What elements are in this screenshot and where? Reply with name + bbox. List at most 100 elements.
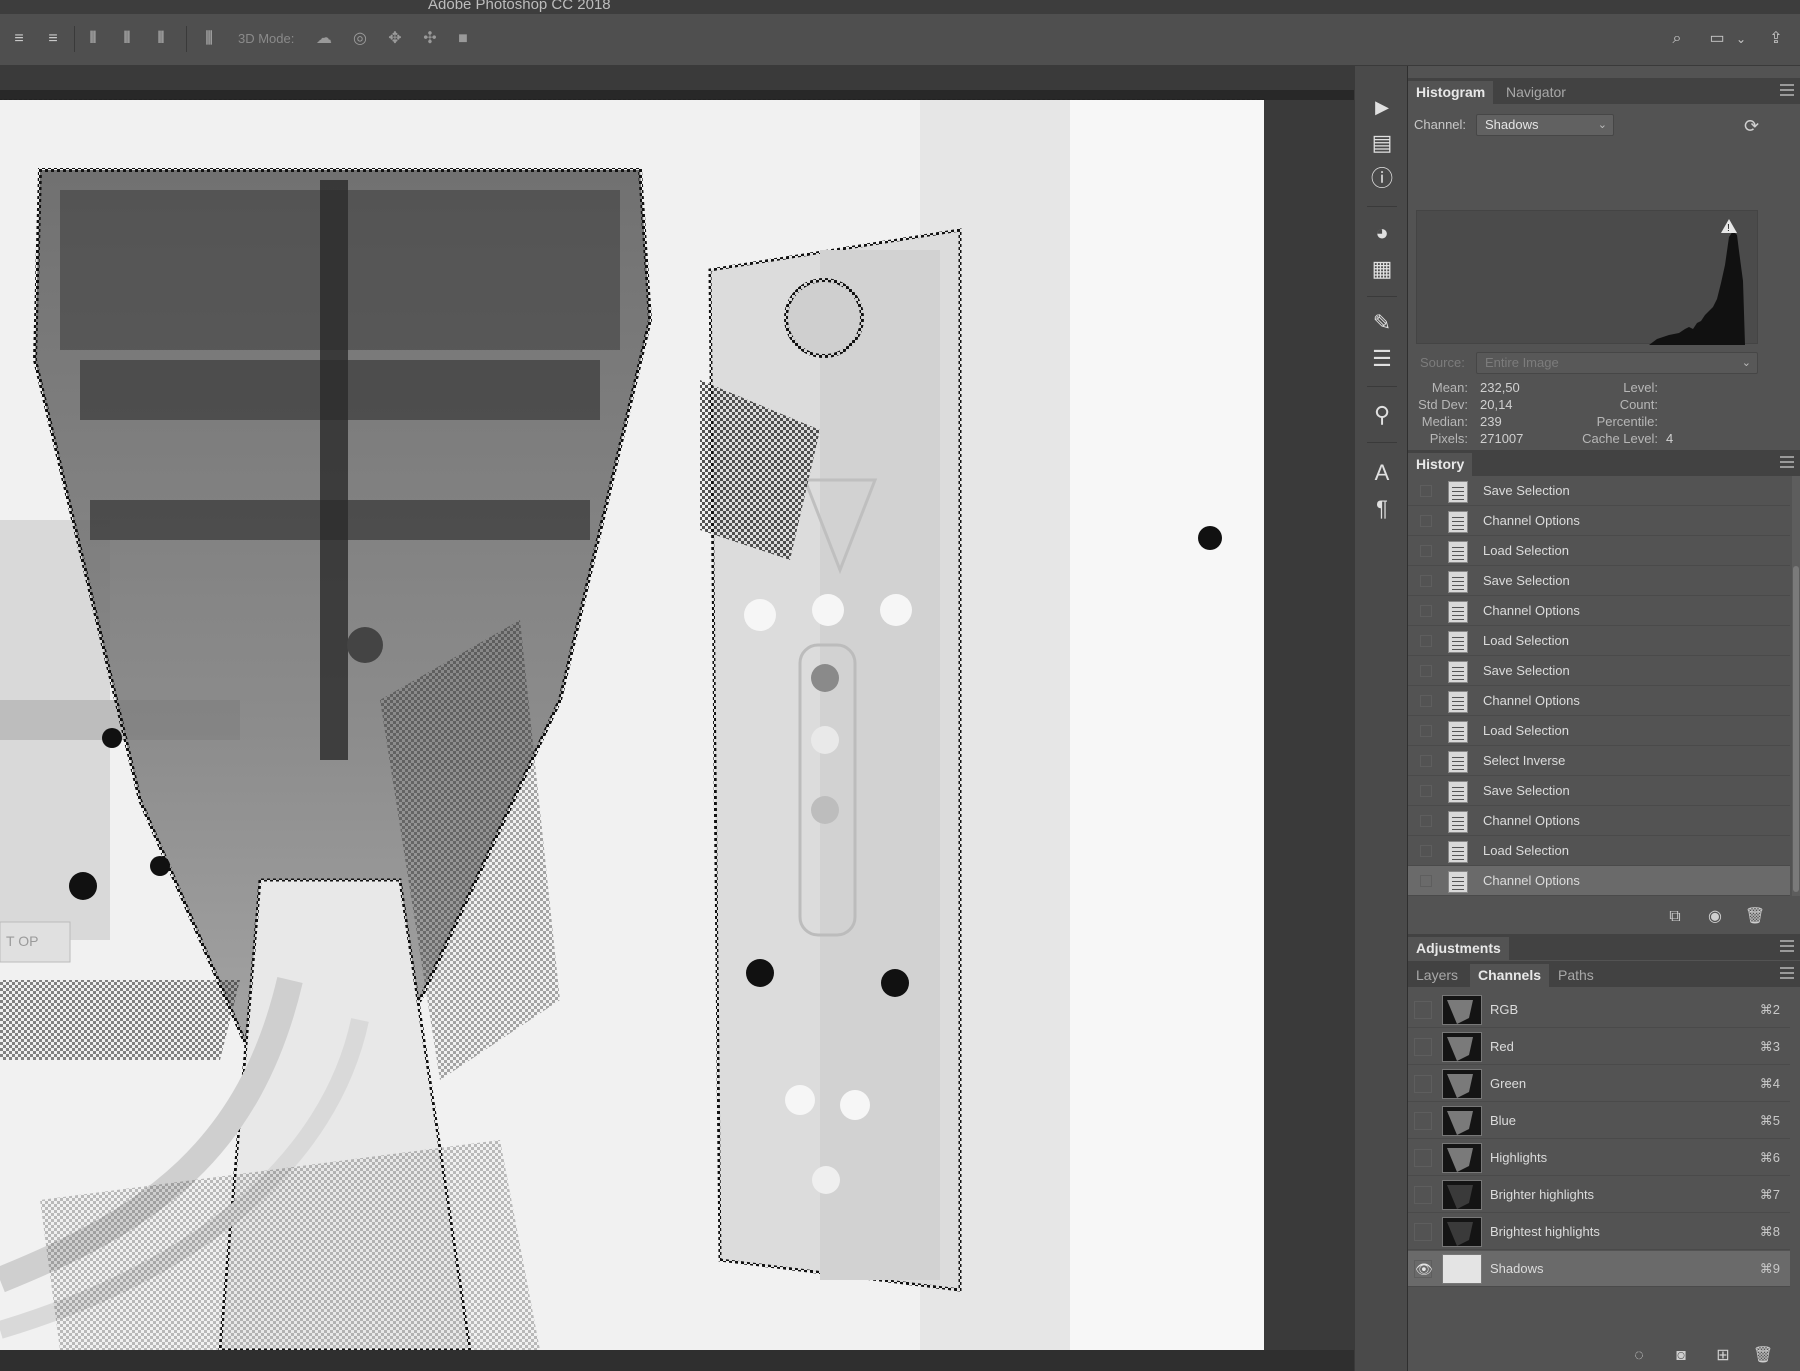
history-item[interactable]: Save Selection bbox=[1408, 566, 1790, 596]
panel-menu-icon[interactable] bbox=[1780, 940, 1794, 952]
history-item[interactable]: Save Selection bbox=[1408, 656, 1790, 686]
history-item[interactable]: Channel Options bbox=[1408, 806, 1790, 836]
trash-icon[interactable]: 🗑 bbox=[1752, 1346, 1774, 1366]
history-snapshot-checkbox[interactable] bbox=[1420, 815, 1432, 827]
history-snapshot-checkbox[interactable] bbox=[1420, 605, 1432, 617]
history-snapshot-checkbox[interactable] bbox=[1420, 635, 1432, 647]
visibility-toggle[interactable] bbox=[1414, 1149, 1432, 1167]
history-snapshot-checkbox[interactable] bbox=[1420, 515, 1432, 527]
adjustments-tab-row: Adjustments bbox=[1408, 934, 1800, 960]
visibility-toggle[interactable] bbox=[1414, 1038, 1432, 1056]
panel-menu-icon[interactable] bbox=[1780, 84, 1794, 96]
history-item[interactable]: Select Inverse bbox=[1408, 746, 1790, 776]
tab-paths[interactable]: Paths bbox=[1550, 964, 1602, 987]
camera-icon[interactable]: ◉ bbox=[1704, 907, 1726, 927]
channel-row[interactable]: Brighter highlights ⌘7 bbox=[1408, 1177, 1790, 1213]
play-icon[interactable]: ▶ bbox=[1367, 92, 1397, 122]
history-snapshot-checkbox[interactable] bbox=[1420, 875, 1432, 887]
character-icon[interactable]: A bbox=[1367, 458, 1397, 488]
channel-row-selected[interactable]: 👁 Shadows ⌘9 bbox=[1408, 1251, 1790, 1287]
search-icon[interactable]: ⌕ bbox=[1666, 28, 1688, 50]
align-hcenter-icon[interactable]: ⫴ bbox=[116, 28, 138, 50]
channel-row[interactable]: Highlights ⌘6 bbox=[1408, 1140, 1790, 1176]
visibility-toggle[interactable] bbox=[1414, 1186, 1432, 1204]
history-item[interactable]: Load Selection bbox=[1408, 836, 1790, 866]
history-item[interactable]: Load Selection bbox=[1408, 536, 1790, 566]
properties-icon[interactable]: ▤ bbox=[1367, 128, 1397, 158]
history-snapshot-checkbox[interactable] bbox=[1420, 845, 1432, 857]
history-snapshot-checkbox[interactable] bbox=[1420, 695, 1432, 707]
pan-3d-icon[interactable]: ✥ bbox=[384, 28, 406, 50]
tab-adjustments[interactable]: Adjustments bbox=[1408, 937, 1509, 960]
tab-layers[interactable]: Layers bbox=[1408, 964, 1466, 987]
history-item[interactable]: Save Selection bbox=[1408, 476, 1790, 506]
count-label: Count: bbox=[1619, 397, 1658, 412]
visibility-toggle[interactable] bbox=[1414, 1075, 1432, 1093]
panel-menu-icon[interactable] bbox=[1780, 967, 1794, 979]
tab-history[interactable]: History bbox=[1408, 453, 1473, 476]
channel-shortcut: ⌘5 bbox=[1759, 1113, 1780, 1128]
history-item[interactable]: Channel Options bbox=[1408, 596, 1790, 626]
history-scroll-thumb[interactable] bbox=[1793, 566, 1799, 892]
new-document-from-state-icon[interactable]: ⧉ bbox=[1664, 907, 1686, 927]
visibility-toggle[interactable] bbox=[1414, 1001, 1432, 1019]
visibility-toggle[interactable] bbox=[1414, 1223, 1432, 1241]
history-snapshot-checkbox[interactable] bbox=[1420, 725, 1432, 737]
history-item-selected[interactable]: Channel Options bbox=[1408, 866, 1790, 896]
history-snapshot-checkbox[interactable] bbox=[1420, 755, 1432, 767]
history-item-label: Channel Options bbox=[1483, 693, 1580, 708]
history-snapshot-checkbox[interactable] bbox=[1420, 575, 1432, 587]
eye-icon[interactable]: 👁 bbox=[1414, 1260, 1433, 1278]
brush-icon[interactable]: ✎ bbox=[1367, 308, 1397, 338]
channel-select[interactable]: Shadows ⌄ bbox=[1476, 114, 1614, 136]
source-select[interactable]: Entire Image ⌄ bbox=[1476, 352, 1758, 374]
workspace-icon[interactable]: ▭ bbox=[1706, 28, 1728, 50]
history-snapshot-checkbox[interactable] bbox=[1420, 545, 1432, 557]
new-channel-icon[interactable]: ⊞ bbox=[1712, 1346, 1734, 1366]
adjust-icon[interactable]: ☰ bbox=[1367, 344, 1397, 374]
trash-icon[interactable]: 🗑 bbox=[1744, 907, 1766, 927]
scale-3d-icon[interactable]: ■ bbox=[452, 28, 474, 50]
color-icon[interactable]: ◕ bbox=[1367, 218, 1397, 248]
panel-menu-icon[interactable] bbox=[1780, 456, 1794, 468]
distribute-icon[interactable]: ⫼ bbox=[198, 28, 220, 50]
channel-row[interactable]: Green ⌘4 bbox=[1408, 1066, 1790, 1102]
share-icon[interactable]: ⇪ bbox=[1765, 28, 1787, 50]
align-top-icon[interactable]: ≡ bbox=[8, 28, 30, 50]
channel-row[interactable]: Blue ⌘5 bbox=[1408, 1103, 1790, 1139]
tab-navigator[interactable]: Navigator bbox=[1498, 81, 1574, 104]
info-icon[interactable]: ⓘ bbox=[1367, 164, 1397, 194]
history-snapshot-checkbox[interactable] bbox=[1420, 785, 1432, 797]
history-scrollbar[interactable] bbox=[1792, 476, 1800, 896]
history-item[interactable]: Channel Options bbox=[1408, 506, 1790, 536]
chevron-down-icon[interactable]: ⌄ bbox=[1730, 28, 1752, 50]
channel-row[interactable]: RGB ⌘2 bbox=[1408, 992, 1790, 1028]
pixels-label: Pixels: bbox=[1429, 431, 1468, 446]
channel-row[interactable]: Brightest highlights ⌘8 bbox=[1408, 1214, 1790, 1250]
history-item[interactable]: Load Selection bbox=[1408, 626, 1790, 656]
swatches-icon[interactable]: ▦ bbox=[1367, 254, 1397, 284]
tab-channels[interactable]: Channels bbox=[1470, 964, 1550, 987]
align-right-icon[interactable]: ⫴ bbox=[150, 28, 172, 50]
history-snapshot-checkbox[interactable] bbox=[1420, 485, 1432, 497]
orbit-3d-icon[interactable]: ☁ bbox=[313, 28, 335, 50]
save-selection-as-channel-icon[interactable]: ◙ bbox=[1670, 1346, 1692, 1366]
source-label: Source: bbox=[1420, 355, 1465, 370]
visibility-toggle[interactable] bbox=[1414, 1112, 1432, 1130]
history-item[interactable]: Save Selection bbox=[1408, 776, 1790, 806]
refresh-icon[interactable]: ⟳ bbox=[1744, 116, 1759, 137]
history-item[interactable]: Channel Options bbox=[1408, 686, 1790, 716]
channel-name: RGB bbox=[1490, 1002, 1519, 1017]
align-vcenter-icon[interactable]: ≡ bbox=[42, 28, 64, 50]
align-left-icon[interactable]: ⫴ bbox=[82, 28, 104, 50]
document-canvas[interactable]: T OP bbox=[0, 99, 1265, 1351]
tab-histogram[interactable]: Histogram bbox=[1408, 81, 1494, 104]
paragraph-icon[interactable]: ¶ bbox=[1367, 494, 1397, 524]
roll-3d-icon[interactable]: ◎ bbox=[349, 28, 371, 50]
history-snapshot-checkbox[interactable] bbox=[1420, 665, 1432, 677]
slide-3d-icon[interactable]: ✣ bbox=[419, 28, 441, 50]
history-item[interactable]: Load Selection bbox=[1408, 716, 1790, 746]
load-channel-as-selection-icon[interactable]: ◌ bbox=[1628, 1346, 1650, 1366]
channel-row[interactable]: Red ⌘3 bbox=[1408, 1029, 1790, 1065]
clone-source-icon[interactable]: ⚲ bbox=[1367, 400, 1397, 430]
